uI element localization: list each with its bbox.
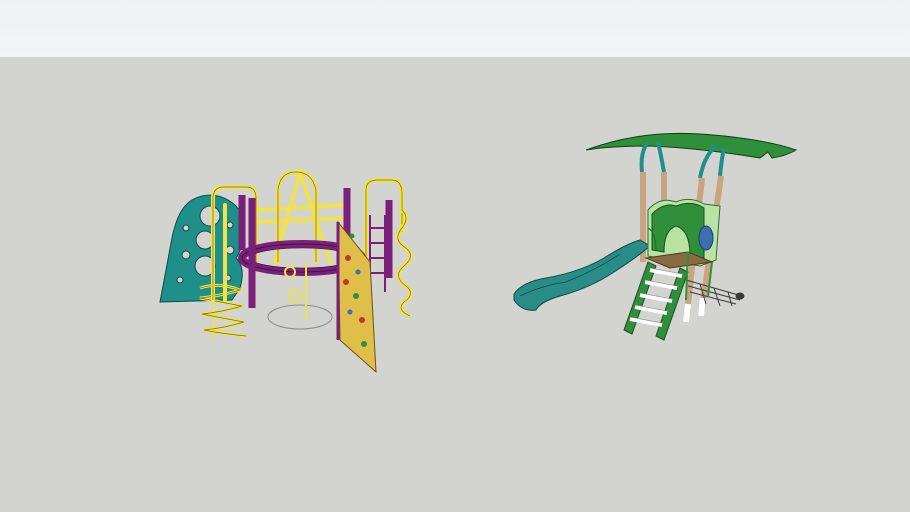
leaf-canopy [585, 132, 798, 159]
ground-circle [267, 304, 333, 330]
step-ladder [623, 261, 689, 341]
play-structure-slide[interactable] [513, 132, 798, 341]
play-structure-climber[interactable] [159, 168, 413, 374]
purple-ladder [369, 215, 386, 292]
3d-viewport[interactable] [0, 0, 910, 512]
wave-slide [513, 239, 651, 311]
rope-net [685, 279, 745, 307]
yellow-squiggle-pole [395, 208, 413, 318]
